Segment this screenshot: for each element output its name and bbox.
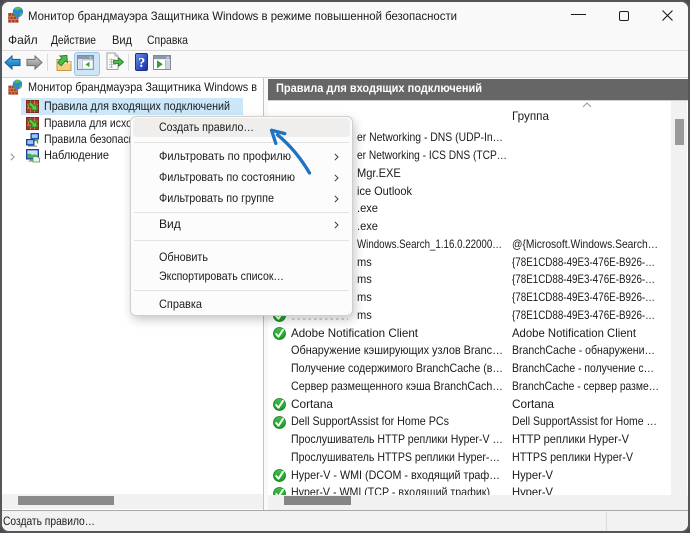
svg-text:?: ? (138, 56, 145, 71)
